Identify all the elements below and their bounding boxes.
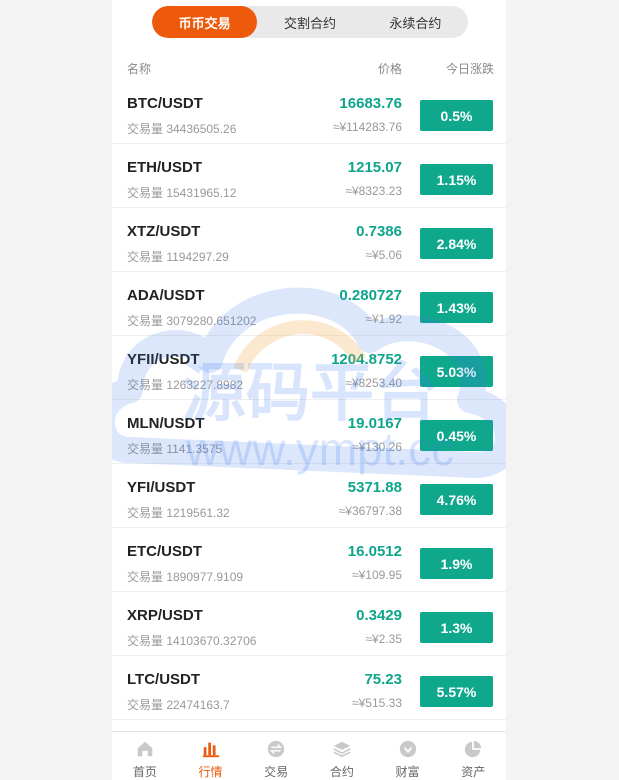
volume: 交易量 1219561.32	[127, 506, 230, 520]
change-badge[interactable]: 1.9%	[420, 548, 493, 579]
change-badge[interactable]: 1.15%	[420, 164, 493, 195]
volume: 交易量 3079280.651202	[127, 314, 257, 328]
cny-price: ≈¥130.26	[352, 440, 402, 454]
cny-price: ≈¥2.35	[365, 632, 402, 646]
change-badge[interactable]: 1.43%	[420, 292, 493, 323]
change-badge[interactable]: 0.5%	[420, 100, 493, 131]
market-row[interactable]: ETC/USDT 交易量 1890977.9109 16.0512 ≈¥109.…	[112, 528, 506, 592]
volume: 交易量 22474163.7	[127, 698, 230, 712]
volume: 交易量 1141.3575	[127, 442, 223, 456]
tabbar-label: 财富	[395, 765, 420, 779]
volume: 交易量 15431965.12	[127, 186, 237, 200]
layers-icon	[333, 741, 351, 758]
change-badge[interactable]: 4.76%	[420, 484, 493, 515]
header-change: 今日涨跌	[445, 62, 494, 76]
tabbar-trade[interactable]: 交易	[243, 732, 309, 780]
tab-delivery-contract[interactable]: 交割合约	[257, 6, 362, 38]
home-icon	[137, 741, 153, 757]
pair-name: XRP/USDT	[127, 607, 203, 624]
tabbar-market[interactable]: 行情	[178, 732, 244, 780]
volume: 交易量 1263227.8982	[127, 378, 244, 392]
pair-name: BTC/USDT	[127, 95, 203, 112]
pair-name: YFII/USDT	[127, 351, 200, 368]
change-badge[interactable]: 0.45%	[420, 420, 493, 451]
tabbar-home[interactable]: 首页	[112, 732, 178, 780]
tab-spot[interactable]: 币币交易	[152, 6, 258, 38]
market-row[interactable]: XRP/USDT 交易量 14103670.32706 0.3429 ≈¥2.3…	[112, 592, 506, 656]
volume: 交易量 1890977.9109	[127, 570, 244, 584]
tabbar-contract[interactable]: 合约	[309, 732, 375, 780]
price: 75.23	[364, 671, 402, 688]
change-badge[interactable]: 1.3%	[420, 612, 493, 643]
tabbar-label: 合约	[329, 765, 354, 779]
change-badge[interactable]: 5.57%	[420, 676, 493, 707]
market-row[interactable]: ETH/USDT 交易量 15431965.12 1215.07 ≈¥8323.…	[112, 144, 506, 208]
pair-name: LTC/USDT	[127, 671, 201, 688]
bottom-tab-bar: 首页 行情 交易 合约 财富 资产	[112, 731, 506, 780]
market-row[interactable]: BTC/USDT 交易量 34436505.26 16683.76 ≈¥1142…	[112, 80, 506, 144]
price: 0.280727	[339, 287, 402, 304]
tab-perpetual-contract[interactable]: 永续合约	[363, 6, 468, 38]
cny-price: ≈¥5.06	[365, 248, 402, 262]
tabbar-label: 资产	[461, 765, 486, 779]
pie-chart-icon	[465, 740, 482, 758]
market-row[interactable]: YFII/USDT 交易量 1263227.8982 1204.8752 ≈¥8…	[112, 336, 506, 400]
pair-name: ETC/USDT	[127, 543, 202, 560]
market-row[interactable]: YFI/USDT 交易量 1219561.32 5371.88 ≈¥36797.…	[112, 464, 506, 528]
column-headers: 名称 价格 今日涨跌	[127, 60, 494, 76]
tabbar-assets[interactable]: 资产	[440, 732, 506, 780]
volume: 交易量 34436505.26	[127, 122, 237, 136]
pair-name: YFI/USDT	[127, 479, 196, 496]
market-row[interactable]: MLN/USDT 交易量 1141.3575 19.0167 ≈¥130.26 …	[112, 400, 506, 464]
market-list: BTC/USDT 交易量 34436505.26 16683.76 ≈¥1142…	[112, 80, 506, 720]
header-price: 价格	[377, 62, 402, 76]
tabbar-wealth[interactable]: 财富	[375, 732, 441, 780]
price: 1204.8752	[331, 351, 402, 368]
market-type-tabs: 币币交易 交割合约 永续合约	[152, 6, 468, 38]
tabbar-label: 首页	[132, 765, 157, 779]
cny-price: ≈¥109.95	[352, 568, 402, 582]
tabbar-label: 行情	[198, 765, 223, 779]
cny-price: ≈¥8253.40	[345, 376, 402, 390]
tabbar-label: 交易	[264, 765, 289, 779]
pair-name: ETH/USDT	[127, 159, 202, 176]
market-row[interactable]: ADA/USDT 交易量 3079280.651202 0.280727 ≈¥1…	[112, 272, 506, 336]
market-row[interactable]: XTZ/USDT 交易量 1194297.29 0.7386 ≈¥5.06 2.…	[112, 208, 506, 272]
header-name: 名称	[127, 62, 152, 76]
price: 0.7386	[356, 223, 402, 240]
pair-name: ADA/USDT	[127, 287, 205, 304]
volume: 交易量 14103670.32706	[127, 634, 257, 648]
pair-name: XTZ/USDT	[127, 223, 201, 240]
market-chart-icon	[202, 742, 219, 758]
cny-price: ≈¥8323.23	[345, 184, 402, 198]
wealth-icon	[399, 740, 416, 758]
price: 19.0167	[347, 415, 402, 432]
app-screen: 币币交易 交割合约 永续合约 名称 价格 今日涨跌 BTC/USDT 交易量 3…	[112, 0, 506, 780]
cny-price: ≈¥515.33	[352, 696, 402, 710]
price: 1215.07	[347, 159, 402, 176]
change-badge[interactable]: 5.03%	[420, 356, 493, 387]
market-row[interactable]: LTC/USDT 交易量 22474163.7 75.23 ≈¥515.33 5…	[112, 656, 506, 720]
pair-name: MLN/USDT	[127, 415, 205, 432]
change-badge[interactable]: 2.84%	[420, 228, 493, 259]
cny-price: ≈¥1.92	[365, 312, 402, 326]
volume: 交易量 1194297.29	[127, 250, 229, 264]
price: 5371.88	[347, 479, 402, 496]
price: 0.3429	[356, 607, 402, 624]
price: 16683.76	[339, 95, 402, 112]
cny-price: ≈¥36797.38	[338, 504, 402, 518]
cny-price: ≈¥114283.76	[332, 120, 402, 134]
exchange-icon	[267, 740, 285, 758]
price: 16.0512	[347, 543, 402, 560]
